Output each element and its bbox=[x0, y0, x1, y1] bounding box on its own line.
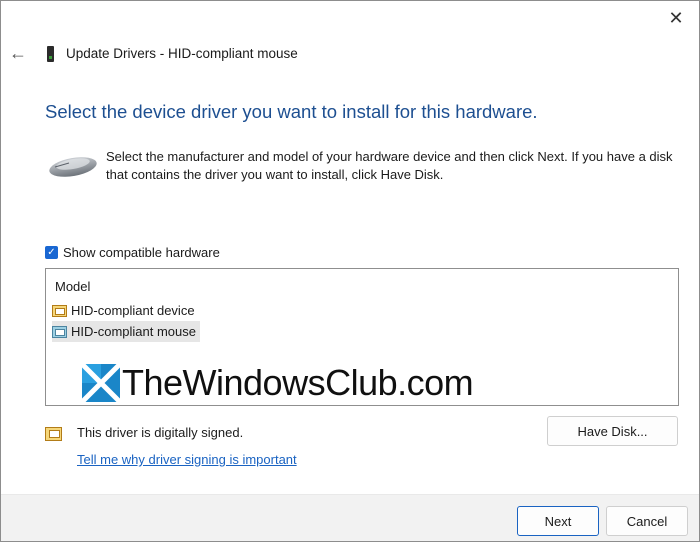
have-disk-button[interactable]: Have Disk... bbox=[547, 416, 678, 446]
signing-status: This driver is digitally signed. bbox=[77, 425, 244, 440]
close-icon: ✕ bbox=[668, 7, 684, 28]
device-manager-icon bbox=[47, 46, 54, 62]
dialog-footer: Next Cancel bbox=[1, 494, 699, 541]
signed-driver-icon bbox=[45, 427, 62, 441]
next-button[interactable]: Next bbox=[517, 506, 599, 536]
driver-package-icon bbox=[52, 325, 67, 338]
cancel-button[interactable]: Cancel bbox=[606, 506, 688, 536]
page-heading: Select the device driver you want to ins… bbox=[45, 101, 538, 122]
show-compatible-label: Show compatible hardware bbox=[63, 245, 220, 260]
close-button[interactable]: ✕ bbox=[653, 1, 699, 35]
watermark: TheWindowsClub.com bbox=[82, 362, 474, 404]
driver-package-icon bbox=[52, 304, 67, 317]
model-list[interactable]: Model HID-compliant device HID-compliant… bbox=[45, 268, 679, 406]
list-item-label: HID-compliant mouse bbox=[71, 324, 196, 339]
mouse-icon bbox=[49, 157, 97, 177]
back-arrow-icon[interactable]: ← bbox=[9, 43, 27, 64]
update-drivers-dialog: ✕ ← Update Drivers - HID-compliant mouse… bbox=[0, 0, 700, 542]
show-compatible-checkbox[interactable]: ✓ bbox=[45, 246, 58, 259]
window-title: Update Drivers - HID-compliant mouse bbox=[66, 46, 298, 61]
list-item-selected[interactable]: HID-compliant mouse bbox=[52, 321, 200, 342]
show-compatible-row[interactable]: ✓ Show compatible hardware bbox=[45, 245, 220, 260]
windows-logo-icon bbox=[82, 364, 120, 402]
list-item-label: HID-compliant device bbox=[71, 303, 195, 318]
instruction-text: Select the manufacturer and model of you… bbox=[106, 149, 673, 182]
dialog-header: ← Update Drivers - HID-compliant mouse bbox=[1, 37, 699, 71]
model-column-header: Model bbox=[55, 279, 91, 294]
driver-signing-link[interactable]: Tell me why driver signing is important bbox=[77, 452, 297, 467]
watermark-text: TheWindowsClub.com bbox=[122, 362, 474, 403]
list-item[interactable]: HID-compliant device bbox=[52, 300, 199, 321]
